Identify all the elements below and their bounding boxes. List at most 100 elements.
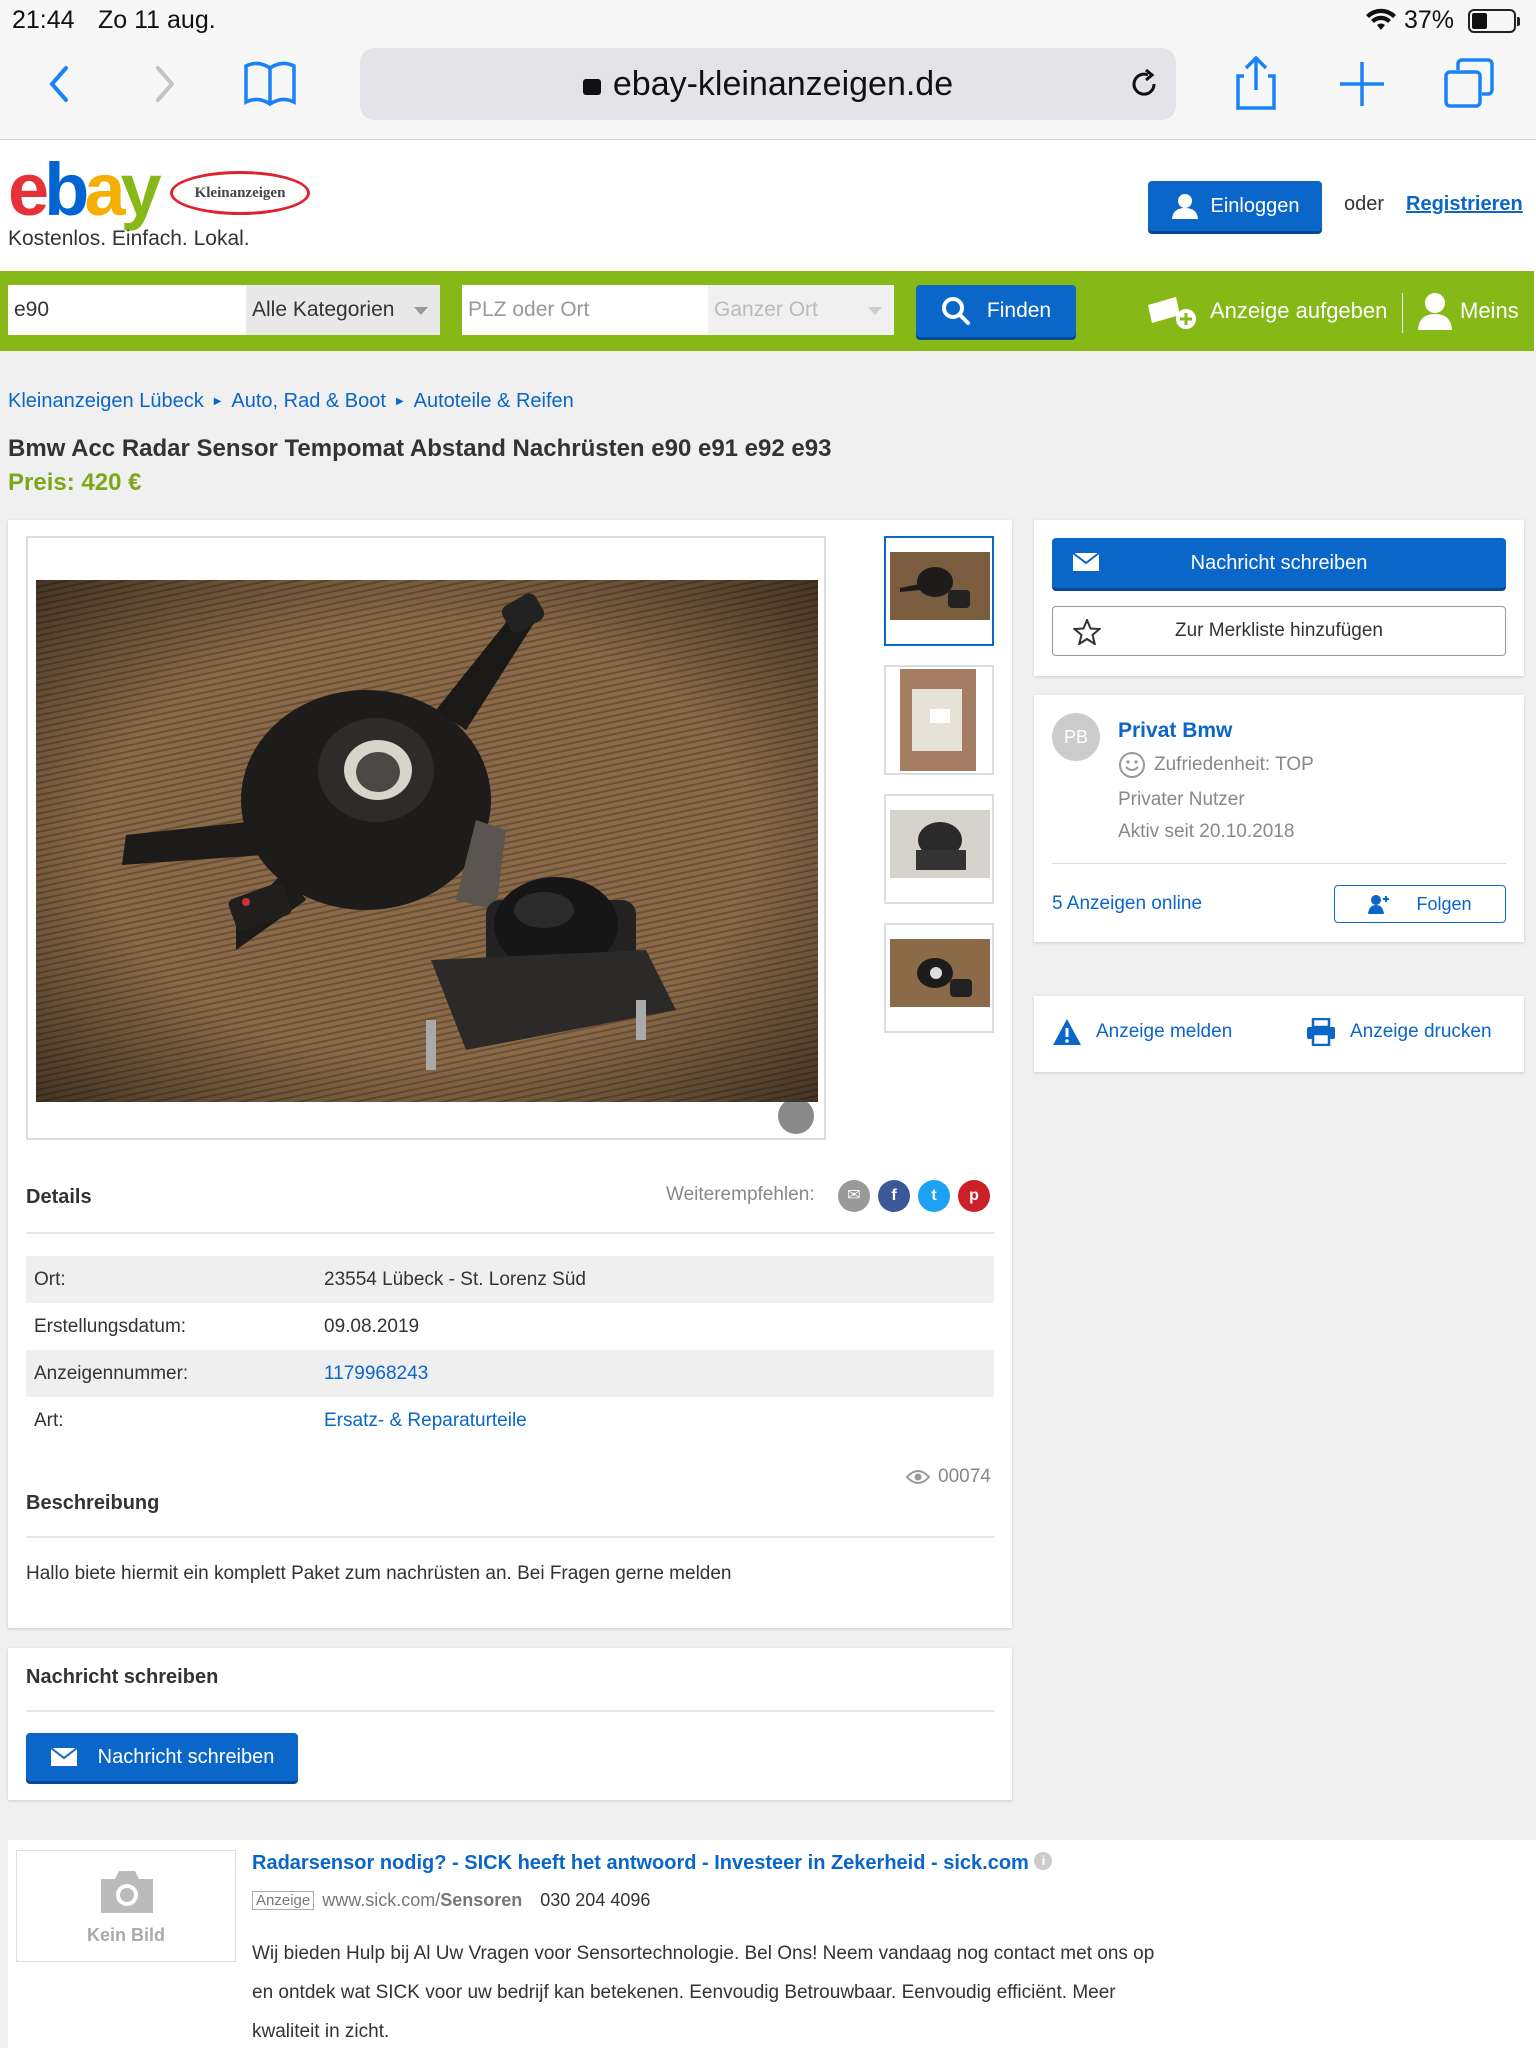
contact-card: Nachricht schreiben Zur Merkliste hinzuf… xyxy=(1034,520,1524,676)
seller-since: Aktiv seit 20.10.2018 xyxy=(1118,821,1295,842)
avatar: PB xyxy=(1052,713,1100,761)
ad-url-prefix: www.sick.com/ xyxy=(322,1890,441,1910)
listing-title: Bmw Acc Radar Sensor Tempomat Abstand Na… xyxy=(8,435,832,462)
forward-icon[interactable] xyxy=(132,52,196,116)
detail-value: 09.08.2019 xyxy=(324,1316,420,1337)
search-bar: e90 Alle Kategorien PLZ oder Ort Ganzer … xyxy=(0,271,1534,351)
ad-phone[interactable]: 030 204 4096 xyxy=(540,1890,650,1911)
message-button[interactable]: Nachricht schreiben xyxy=(1052,538,1506,588)
thumbnail[interactable] xyxy=(884,923,994,1033)
thumbnail[interactable] xyxy=(884,536,994,646)
ad-url-link[interactable]: www.sick.com/Sensoren xyxy=(322,1890,522,1911)
divider xyxy=(26,1536,994,1538)
category-link[interactable]: Ersatz- & Reparaturteile xyxy=(324,1397,527,1444)
printer-icon xyxy=(1307,1018,1335,1046)
listing-price: Preis: 420 € xyxy=(8,469,142,496)
share-icon[interactable] xyxy=(1224,52,1288,116)
chevron-down-icon xyxy=(868,307,882,315)
seller-name[interactable]: Privat Bmw xyxy=(1118,719,1232,743)
login-button[interactable]: Einloggen xyxy=(1148,181,1322,231)
envelope-icon xyxy=(50,1747,78,1766)
category-select[interactable]: Alle Kategorien xyxy=(246,285,440,335)
location-input[interactable]: PLZ oder Ort xyxy=(462,285,708,335)
facebook-icon[interactable]: f xyxy=(878,1180,910,1212)
seller-type: Privater Nutzer xyxy=(1118,789,1245,810)
ebay-logo[interactable]: ebay xyxy=(8,147,162,232)
follow-button[interactable]: Folgen xyxy=(1334,885,1506,923)
info-icon[interactable]: i xyxy=(1034,1852,1053,1870)
zoom-icon[interactable] xyxy=(778,1098,814,1134)
back-icon[interactable] xyxy=(28,52,92,116)
detail-key: Ort: xyxy=(34,1269,66,1290)
product-photo xyxy=(36,580,818,1102)
register-link[interactable]: Registrieren xyxy=(1406,193,1523,216)
twitter-icon[interactable]: t xyxy=(918,1180,950,1212)
post-ad-label: Anzeige aufgeben xyxy=(1210,298,1388,323)
search-input[interactable]: e90 xyxy=(8,285,246,335)
browser-toolbar: ebay-kleinanzeigen.de xyxy=(0,40,1536,140)
follow-user-icon xyxy=(1368,895,1390,914)
view-count: 00074 xyxy=(938,1466,991,1487)
detail-row: Art: Ersatz- & Reparaturteile xyxy=(26,1397,994,1444)
breadcrumb-item[interactable]: Auto, Rad & Boot xyxy=(231,390,386,413)
email-share-icon[interactable]: ✉ xyxy=(838,1180,870,1212)
ads-online-link[interactable]: 5 Anzeigen online xyxy=(1052,893,1202,915)
post-ad-button[interactable]: Anzeige aufgeben xyxy=(1146,291,1387,331)
ad-url-bold: Sensoren xyxy=(440,1890,523,1910)
follow-label: Folgen xyxy=(1416,893,1472,914)
ad-title: Radarsensor nodig? - SICK heeft het antw… xyxy=(252,1852,1029,1874)
meins-button[interactable]: Meins xyxy=(1418,291,1519,331)
user-icon xyxy=(1171,194,1198,219)
eye-icon xyxy=(906,1470,930,1484)
image-gallery xyxy=(26,536,826,1140)
lock-icon xyxy=(582,79,601,95)
no-image-placeholder: Kein Bild xyxy=(16,1850,236,1962)
details-heading: Details xyxy=(26,1186,92,1208)
tabs-icon[interactable] xyxy=(1438,52,1502,116)
seller-card: PB Privat Bmw Zufriedenheit: TOP Private… xyxy=(1034,695,1524,942)
bookmarks-icon[interactable] xyxy=(238,52,302,116)
pinterest-icon[interactable]: p xyxy=(958,1180,990,1212)
wifi-icon xyxy=(1366,8,1396,30)
breadcrumb-item[interactable]: Autoteile & Reifen xyxy=(414,390,574,413)
detail-key: Anzeigennummer: xyxy=(34,1363,189,1384)
search-icon xyxy=(941,297,970,325)
find-button[interactable]: Finden xyxy=(916,285,1076,337)
ad-title-link[interactable]: Radarsensor nodig? - SICK heeft het antw… xyxy=(252,1852,1053,1875)
breadcrumb-item[interactable]: Kleinanzeigen Lübeck xyxy=(8,390,204,413)
radius-select[interactable]: Ganzer Ort xyxy=(708,285,894,335)
breadcrumb-separator-icon: ▶ xyxy=(395,396,404,407)
thumbnail[interactable] xyxy=(884,794,994,904)
ad-text: Wij bieden Hulp bij Al Uw Vragen voor Se… xyxy=(252,1943,1155,2042)
report-label: Anzeige melden xyxy=(1096,1021,1233,1042)
reload-icon[interactable] xyxy=(1126,66,1162,102)
watchlist-label: Zur Merkliste hinzufügen xyxy=(1174,620,1384,641)
no-image-label: Kein Bild xyxy=(86,1925,165,1945)
watchlist-button[interactable]: Zur Merkliste hinzufügen xyxy=(1052,606,1506,656)
breadcrumb: Kleinanzeigen Lübeck ▶ Auto, Rad & Boot … xyxy=(8,390,574,413)
or-text: oder xyxy=(1344,193,1385,215)
main-photo[interactable] xyxy=(36,580,818,1102)
satisfaction-label: Zufriedenheit: TOP xyxy=(1154,754,1314,775)
detail-value: 23554 Lübeck - St. Lorenz Süd xyxy=(324,1269,586,1290)
url-label: ebay-kleinanzeigen.de xyxy=(612,65,954,103)
site-header: ebay Kleinanzeigen Kostenlos. Einfach. L… xyxy=(0,141,1536,271)
ad-url: Anzeige www.sick.com/Sensoren 030 204 40… xyxy=(252,1890,650,1911)
detail-row: Anzeigennummer: 1179968243 xyxy=(26,1350,994,1397)
ad-number-link[interactable]: 1179968243 xyxy=(324,1350,428,1397)
chevron-down-icon xyxy=(414,307,428,315)
user-icon xyxy=(1418,293,1452,330)
kleinanzeigen-logo[interactable]: Kleinanzeigen xyxy=(170,171,310,215)
send-message-button[interactable]: Nachricht schreiben xyxy=(26,1733,298,1781)
listing-card: Details Weiterempfehlen: ✉ f t p Ort: 23… xyxy=(8,520,1012,1628)
thumbnail[interactable] xyxy=(884,665,994,775)
report-ad-link[interactable]: Anzeige melden xyxy=(1052,1018,1232,1046)
url-field[interactable]: ebay-kleinanzeigen.de xyxy=(360,48,1176,120)
print-ad-link[interactable]: Anzeige drucken xyxy=(1306,1018,1492,1046)
battery-icon xyxy=(1468,9,1520,33)
new-tab-icon[interactable] xyxy=(1330,52,1394,116)
post-ad-icon xyxy=(1148,297,1196,329)
status-time: 21:44 xyxy=(12,6,75,34)
detail-row: Erstellungsdatum: 09.08.2019 xyxy=(26,1303,994,1350)
warning-icon xyxy=(1053,1019,1081,1045)
